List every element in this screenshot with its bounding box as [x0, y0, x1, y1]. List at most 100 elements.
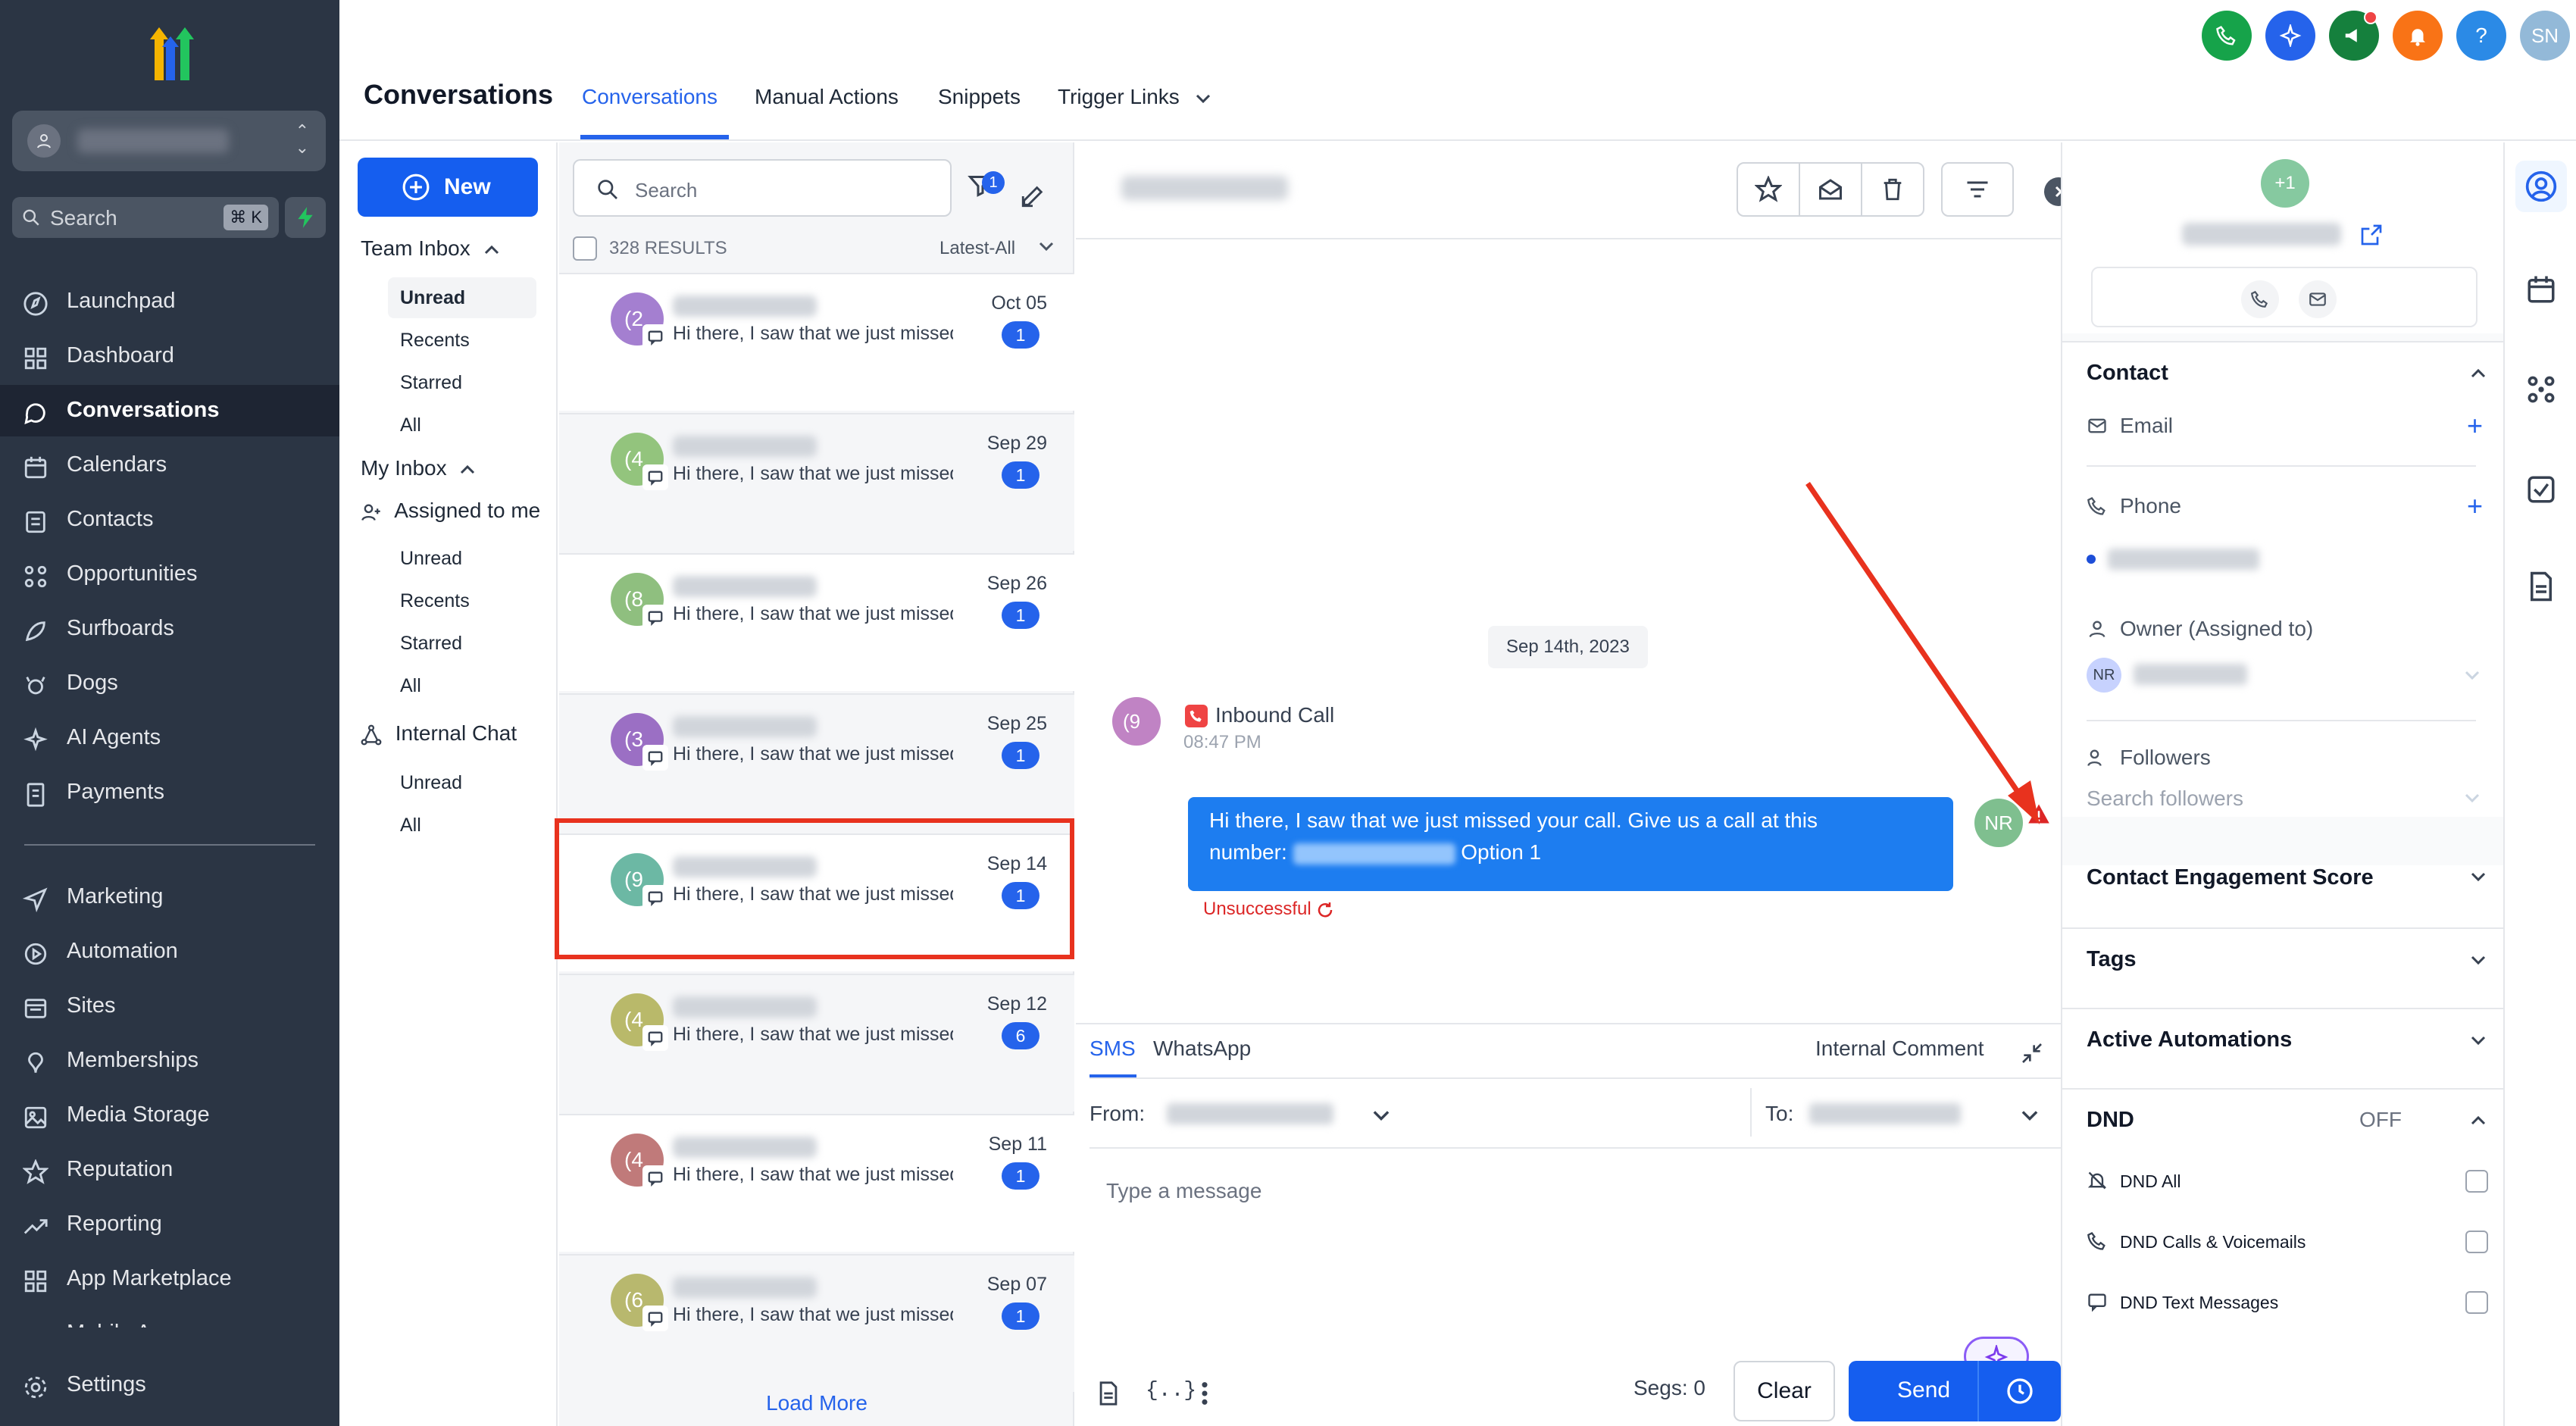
sidebar-item-calendars[interactable]: Calendars [0, 439, 339, 491]
chat-unread[interactable]: Unread [388, 762, 536, 803]
notifications-button[interactable] [2393, 11, 2443, 61]
star-button[interactable] [1737, 162, 1800, 217]
rail-notes-button[interactable] [2521, 567, 2561, 606]
document-icon[interactable] [1096, 1381, 1121, 1406]
rail-tasks-button[interactable] [2521, 470, 2561, 509]
load-more-link[interactable]: Load More [559, 1391, 1074, 1415]
sidebar-item-ai-agents[interactable]: AI Agents [0, 712, 339, 764]
app-logo[interactable] [139, 26, 202, 82]
sidebar-item-media-storage[interactable]: Media Storage [0, 1090, 339, 1141]
sidebar-item-dashboard[interactable]: Dashboard [0, 330, 339, 382]
sidebar-item-marketing[interactable]: Marketing [0, 871, 339, 923]
dnd-all-checkbox[interactable] [2465, 1170, 2488, 1193]
phone-number-redacted[interactable] [2108, 549, 2259, 570]
tab-conversations[interactable]: Conversations [582, 85, 717, 109]
dnd-title[interactable]: DND [2087, 1108, 2134, 1133]
user-avatar[interactable]: SN [2520, 11, 2570, 61]
chat-filter-button[interactable] [1941, 162, 2014, 217]
owner-name-redacted[interactable] [2134, 664, 2247, 685]
phone-button[interactable] [2202, 11, 2252, 61]
conversation-row[interactable]: (2Hi there, I saw that we just missed yo… [559, 273, 1074, 411]
search-followers-input[interactable]: Search followers [2087, 786, 2243, 811]
custom-values-icon[interactable]: {..} [1146, 1379, 1196, 1403]
dnd-text-checkbox[interactable] [2465, 1291, 2488, 1314]
tab-trigger-links[interactable]: Trigger Links [1058, 85, 1211, 109]
sidebar-item-mobile-app[interactable]: Mobile App [0, 1308, 339, 1327]
message-input[interactable]: Type a message [1106, 1179, 1261, 1203]
my-inbox-toggle[interactable]: My Inbox [361, 456, 475, 480]
add-phone-button[interactable]: + [2467, 493, 2483, 520]
sidebar-item-reporting[interactable]: Reporting [0, 1199, 339, 1250]
sidebar-item-launchpad[interactable]: Launchpad [0, 276, 339, 327]
clear-button[interactable]: Clear [1733, 1361, 1835, 1421]
tags-section[interactable]: Tags [2062, 927, 2505, 1008]
sidebar-item-sites[interactable]: Sites [0, 980, 339, 1032]
my-all[interactable]: All [388, 665, 536, 706]
conversation-row[interactable]: (8Hi there, I saw that we just missed yo… [559, 553, 1074, 691]
rail-contact-button[interactable] [2515, 161, 2567, 212]
email-contact-button[interactable] [2299, 280, 2337, 318]
schedule-clock-icon[interactable] [2005, 1376, 2035, 1406]
external-link-icon[interactable] [2359, 223, 2384, 247]
sidebar-item-conversations[interactable]: Conversations [0, 385, 339, 436]
team-inbox-toggle[interactable]: Team Inbox [361, 236, 499, 261]
sidebar-item-memberships[interactable]: Memberships [0, 1035, 339, 1087]
compose-button[interactable] [1020, 183, 1046, 209]
tab-whatsapp[interactable]: WhatsApp [1153, 1037, 1251, 1061]
new-conversation-button[interactable]: New [358, 158, 538, 217]
account-switcher[interactable]: ⌃ ⌄ [12, 111, 326, 171]
sidebar-item-surfboards[interactable]: Surfboards [0, 603, 339, 655]
ai-assistant-button[interactable] [2265, 11, 2315, 61]
sidebar-item-settings[interactable]: Settings [0, 1359, 339, 1411]
conversation-row[interactable]: (6Hi there, I saw that we just missed yo… [559, 1254, 1074, 1392]
automations-section[interactable]: Active Automations [2062, 1008, 2505, 1088]
sidebar-search[interactable]: Search ⌘ K [12, 197, 279, 238]
assigned-to-me[interactable]: Assigned to me [361, 499, 540, 523]
conversation-row[interactable]: (4Hi there, I saw that we just missed yo… [559, 974, 1074, 1112]
tab-snippets[interactable]: Snippets [938, 85, 1021, 109]
my-unread[interactable]: Unread [388, 538, 536, 579]
call-contact-button[interactable] [2241, 280, 2279, 318]
delete-button[interactable] [1861, 162, 1924, 217]
rail-opportunities-button[interactable] [2521, 370, 2561, 409]
sidebar-item-automation[interactable]: Automation [0, 926, 339, 977]
chat-all[interactable]: All [388, 805, 536, 846]
sidebar-item-contacts[interactable]: Contacts [0, 494, 339, 546]
delivery-status[interactable]: Unsuccessful [1203, 899, 1334, 920]
conversation-row[interactable]: (3Hi there, I saw that we just missed yo… [559, 693, 1074, 831]
team-unread[interactable]: Unread [388, 277, 536, 318]
from-number-redacted[interactable] [1167, 1103, 1333, 1124]
tab-sms[interactable]: SMS [1089, 1037, 1136, 1061]
announcements-button[interactable] [2329, 11, 2379, 61]
conversation-preview: Hi there, I saw that we just missed your… [673, 743, 953, 765]
delivery-status-label: Unsuccessful [1203, 899, 1311, 919]
conversation-row[interactable]: (4Hi there, I saw that we just missed yo… [559, 1114, 1074, 1252]
quick-action-button[interactable] [285, 197, 326, 238]
add-email-button[interactable]: + [2467, 412, 2483, 439]
sort-dropdown[interactable]: Latest-All [939, 238, 1015, 259]
team-recents[interactable]: Recents [388, 320, 536, 361]
internal-chat-toggle[interactable]: Internal Chat [361, 721, 517, 746]
mark-unread-button[interactable] [1799, 162, 1862, 217]
sidebar-item-payments[interactable]: Payments [0, 767, 339, 818]
conversation-search-input[interactable]: Search [573, 159, 952, 217]
tab-manual-actions[interactable]: Manual Actions [755, 85, 899, 109]
help-button[interactable]: ? [2456, 11, 2506, 61]
team-starred[interactable]: Starred [388, 362, 536, 403]
conversation-row[interactable]: (4Hi there, I saw that we just missed yo… [559, 413, 1074, 551]
sidebar-item-app-marketplace[interactable]: App Marketplace [0, 1253, 339, 1305]
my-recents[interactable]: Recents [388, 580, 536, 621]
my-starred[interactable]: Starred [388, 623, 536, 664]
to-number-redacted[interactable] [1809, 1103, 1961, 1124]
dnd-calls-checkbox[interactable] [2465, 1231, 2488, 1253]
team-all[interactable]: All [388, 405, 536, 446]
tab-internal-comment[interactable]: Internal Comment [1815, 1037, 1984, 1061]
sidebar-item-reputation[interactable]: Reputation [0, 1144, 339, 1196]
select-all-checkbox[interactable] [573, 236, 597, 261]
contact-section-title[interactable]: Contact [2087, 361, 2168, 386]
send-button[interactable]: Send [1849, 1361, 2061, 1421]
rail-calendar-button[interactable] [2521, 270, 2561, 309]
sidebar-item-opportunities[interactable]: Opportunities [0, 549, 339, 600]
more-vertical-icon[interactable] [1200, 1381, 1209, 1406]
sidebar-item-dogs[interactable]: Dogs [0, 658, 339, 709]
